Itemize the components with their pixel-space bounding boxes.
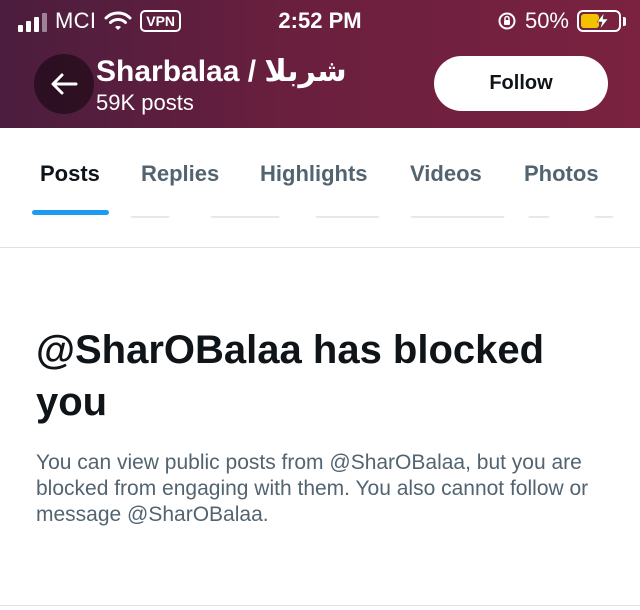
battery-charging-icon: [577, 10, 621, 32]
blocked-title: @SharOBalaa has blocked you: [36, 328, 545, 424]
profile-header: MCI VPN 2:52 PM 50% Sharbalaa / شربلا 59…: [0, 0, 640, 128]
follow-button[interactable]: Follow: [434, 56, 608, 111]
battery-percent: 50%: [524, 8, 569, 33]
post-count: 59K posts: [96, 90, 194, 115]
profile-tabs: Posts Replies Highlights Videos Photos: [0, 128, 640, 216]
scrolled-post-actions: [0, 216, 640, 248]
divider: [0, 247, 640, 248]
tab-posts[interactable]: Posts: [40, 161, 100, 187]
status-bar: MCI VPN 2:52 PM 50%: [0, 0, 640, 40]
tab-videos[interactable]: Videos: [410, 161, 482, 187]
profile-name: Sharbalaa / شربلا: [96, 55, 347, 88]
tab-highlights[interactable]: Highlights: [260, 161, 368, 187]
active-tab-indicator: [32, 210, 109, 215]
blocked-description: You can view public posts from @SharOBal…: [36, 451, 589, 526]
back-button[interactable]: [34, 54, 94, 114]
battery-nub: [623, 16, 626, 26]
bottom-divider: [0, 605, 640, 606]
tab-photos[interactable]: Photos: [524, 161, 599, 187]
arrow-left-icon: [51, 73, 78, 95]
rotation-lock-icon: [498, 12, 516, 30]
tab-replies[interactable]: Replies: [141, 161, 219, 187]
